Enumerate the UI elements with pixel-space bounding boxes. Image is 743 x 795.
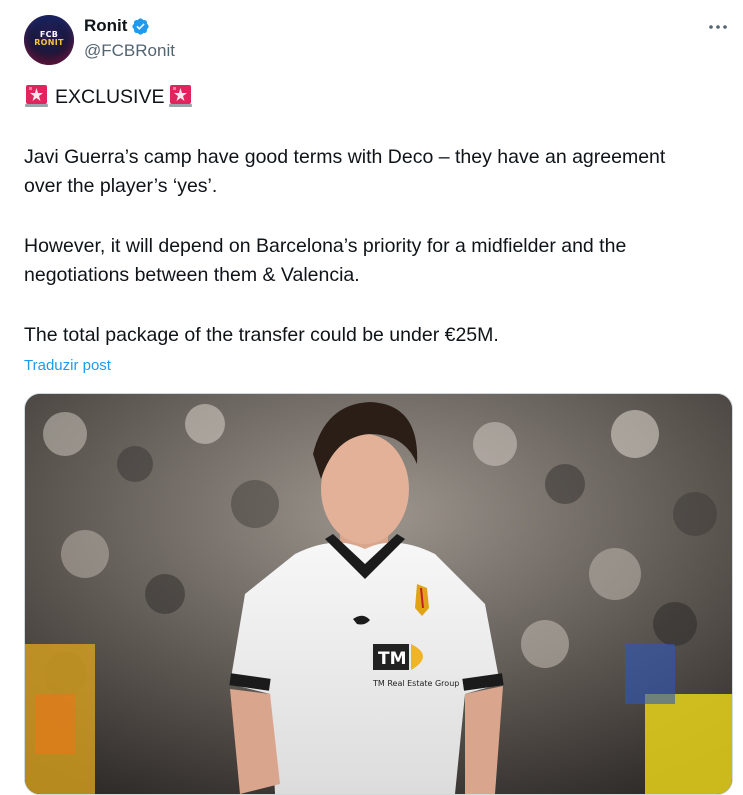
- more-dots-icon: [709, 25, 727, 29]
- translate-post-link[interactable]: Traduzir post: [24, 357, 111, 374]
- player-photo: TM TM Real Estate Group: [25, 394, 732, 794]
- verified-badge-icon[interactable]: [131, 17, 150, 36]
- tweet-text-line: However, it will depend on Barcelona’s p…: [24, 235, 627, 257]
- tweet-media-photo[interactable]: TM TM Real Estate Group: [24, 393, 733, 795]
- more-options-icon[interactable]: [706, 16, 730, 38]
- avatar-logo-line2: RONIT: [34, 38, 64, 47]
- sponsor-logo: TM: [378, 649, 407, 669]
- author-handle[interactable]: @FCBRonit: [84, 41, 175, 61]
- tweet-text-line: negotiations between them & Valencia.: [24, 264, 360, 286]
- avatar[interactable]: FCB RONIT: [24, 15, 74, 65]
- tweet-card: FCB RONIT Ronit @FCBRonit EXCLUSIVE Javi…: [0, 0, 743, 795]
- author-name-row: Ronit: [84, 15, 150, 37]
- avatar-logo: FCB RONIT: [24, 31, 74, 47]
- tweet-text-line: The total package of the transfer could …: [24, 324, 499, 346]
- rotating-light-icon: [169, 85, 193, 107]
- tweet-header-word: EXCLUSIVE: [55, 86, 165, 108]
- tweet-header-line: EXCLUSIVE: [24, 83, 734, 112]
- rotating-light-icon: [25, 85, 48, 107]
- author-display-name[interactable]: Ronit: [84, 16, 127, 36]
- sponsor-text: TM Real Estate Group: [372, 679, 459, 688]
- tweet-text-line: over the player’s ‘yes’.: [24, 175, 218, 197]
- tweet-text-line: Javi Guerra’s camp have good terms with …: [24, 146, 666, 168]
